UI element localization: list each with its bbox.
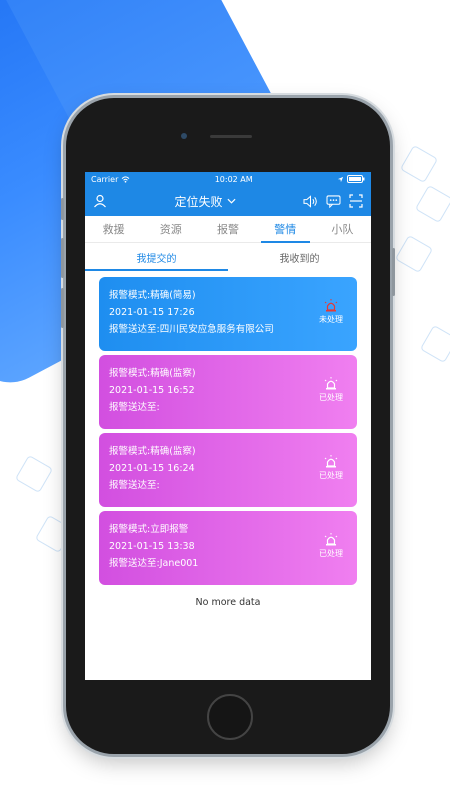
alert-mode: 报警模式:精确(监察) — [109, 368, 196, 379]
scan-icon[interactable] — [349, 194, 363, 208]
phone-frame: Carrier 10:02 AM 定位失败 救援 资源 报警 警情 小队 我提交… — [61, 98, 395, 754]
alert-mode: 报警模式:精确(简易) — [109, 290, 196, 301]
alert-status-label: 未处理 — [319, 315, 343, 324]
alarm-light-icon — [324, 455, 338, 468]
volume-up-button — [61, 238, 64, 278]
wifi-icon — [121, 175, 130, 183]
subtab-received[interactable]: 我收到的 — [228, 243, 371, 271]
alert-status-label: 已处理 — [319, 393, 343, 402]
power-button — [392, 248, 395, 296]
battery-icon — [347, 175, 365, 183]
tab-resources[interactable]: 资源 — [142, 216, 199, 242]
alert-recipient: 报警送达至: — [109, 480, 160, 491]
tab-alerts[interactable]: 警情 — [257, 216, 314, 243]
hexagon-decoration — [419, 324, 450, 364]
home-button[interactable] — [207, 694, 253, 740]
alert-recipient: 报警送达至: — [109, 402, 160, 413]
message-icon[interactable] — [326, 194, 341, 208]
hexagon-decoration — [414, 184, 450, 224]
alert-status: 已处理 — [315, 455, 347, 481]
alert-status: 已处理 — [315, 377, 347, 403]
main-tabs: 救援 资源 报警 警情 小队 — [85, 216, 371, 243]
tab-team[interactable]: 小队 — [314, 216, 371, 242]
hexagon-decoration — [394, 234, 434, 274]
status-bar: Carrier 10:02 AM — [85, 172, 371, 186]
no-more-data-label: No more data — [195, 597, 261, 608]
volume-down-button — [61, 288, 64, 328]
user-icon[interactable] — [93, 194, 107, 208]
carrier-label: Carrier — [91, 174, 119, 184]
alert-card[interactable]: 报警模式:精确(监察) 2021-01-15 16:52 报警送达至: 已处理 — [99, 355, 357, 429]
alert-status-label: 已处理 — [319, 471, 343, 480]
location-arrow-icon — [337, 176, 344, 182]
alarm-light-icon — [324, 533, 338, 546]
alert-mode: 报警模式:精确(监察) — [109, 446, 196, 457]
alert-time: 2021-01-15 16:24 — [109, 463, 195, 474]
front-camera — [181, 133, 187, 139]
chevron-down-icon — [226, 198, 236, 204]
tab-alarm[interactable]: 报警 — [199, 216, 256, 242]
subtab-submitted[interactable]: 我提交的 — [85, 243, 228, 271]
mute-switch — [61, 198, 64, 220]
alert-recipient: 报警送达至:四川民安应急服务有限公司 — [109, 324, 274, 335]
speaker-icon[interactable] — [303, 194, 318, 208]
clock: 10:02 AM — [214, 174, 253, 184]
sub-tabs: 我提交的 我收到的 — [85, 243, 371, 271]
alert-status-label: 已处理 — [319, 549, 343, 558]
earpiece-speaker — [210, 135, 252, 138]
alarm-light-icon — [324, 377, 338, 390]
alert-card[interactable]: 报警模式:精确(简易) 2021-01-15 17:26 报警送达至:四川民安应… — [99, 277, 357, 351]
alert-time: 2021-01-15 17:26 — [109, 307, 195, 318]
alert-card[interactable]: 报警模式:立即报警 2021-01-15 13:38 报警送达至:Jane001… — [99, 511, 357, 585]
alert-list: 报警模式:精确(简易) 2021-01-15 17:26 报警送达至:四川民安应… — [85, 271, 371, 608]
app-bar: 定位失败 — [85, 186, 371, 216]
location-selector[interactable]: 定位失败 — [174, 193, 236, 210]
alert-mode: 报警模式:立即报警 — [109, 524, 189, 535]
alert-time: 2021-01-15 13:38 — [109, 541, 195, 552]
hexagon-decoration — [399, 144, 439, 184]
alarm-light-icon — [324, 299, 338, 312]
alert-status: 未处理 — [315, 299, 347, 325]
app-screen: Carrier 10:02 AM 定位失败 救援 资源 报警 警情 小队 我提交… — [85, 172, 371, 680]
tab-rescue[interactable]: 救援 — [85, 216, 142, 242]
alert-card[interactable]: 报警模式:精确(监察) 2021-01-15 16:24 报警送达至: 已处理 — [99, 433, 357, 507]
alert-time: 2021-01-15 16:52 — [109, 385, 195, 396]
page-title: 定位失败 — [174, 194, 223, 209]
alert-recipient: 报警送达至:Jane001 — [109, 558, 199, 569]
alert-status: 已处理 — [315, 533, 347, 559]
hexagon-decoration — [14, 454, 54, 494]
